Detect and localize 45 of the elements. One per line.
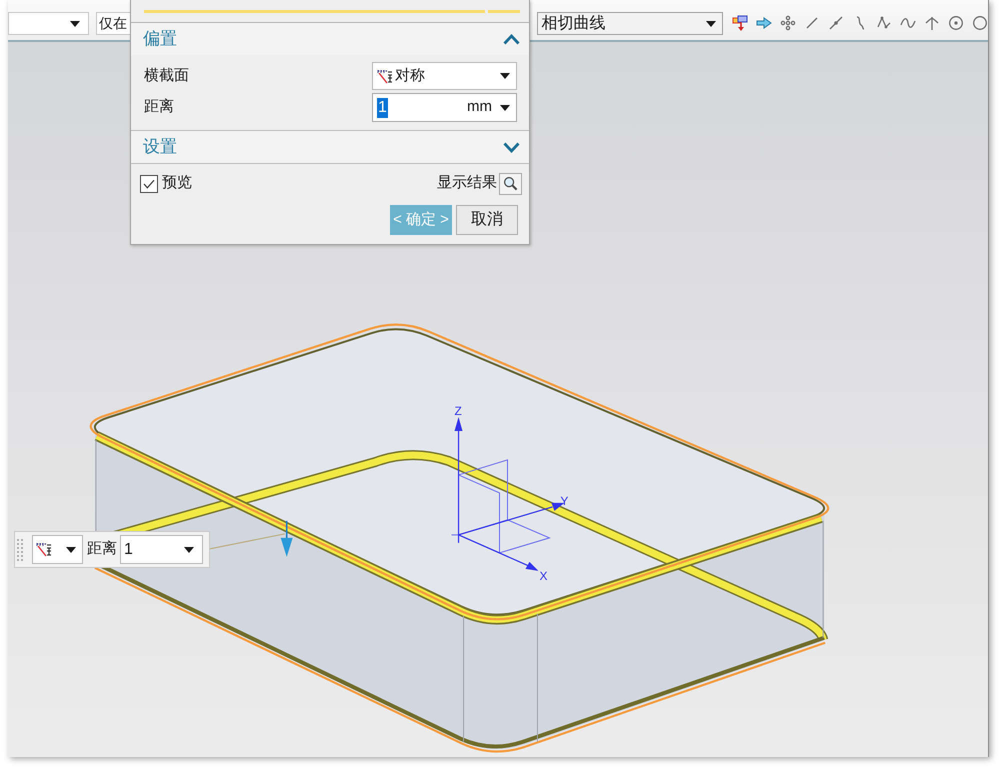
circle-dot-icon[interactable] bbox=[948, 15, 964, 31]
cancel-button[interactable]: 取消 bbox=[456, 205, 518, 235]
axis-label: Z bbox=[454, 404, 462, 418]
unit-dropdown[interactable]: mm bbox=[467, 96, 510, 119]
cross-section-icon bbox=[377, 68, 393, 84]
distance-input-field[interactable]: 1 bbox=[120, 535, 203, 564]
checkbox-label: 预览 bbox=[162, 173, 192, 194]
line-icon[interactable] bbox=[804, 15, 820, 31]
arrow-right-icon[interactable] bbox=[756, 15, 772, 31]
up-arrow-icon[interactable] bbox=[924, 15, 940, 31]
section-header[interactable]: 偏置 bbox=[131, 23, 529, 55]
highlight-line bbox=[488, 10, 520, 13]
value-text: 1 bbox=[377, 98, 388, 118]
cross-section-icon bbox=[36, 542, 52, 557]
number-input-field[interactable]: 1 mm bbox=[372, 93, 517, 122]
axis-label: X bbox=[539, 568, 548, 583]
squares-arrow-icon[interactable] bbox=[732, 15, 748, 31]
drag-arrow-handle[interactable] bbox=[280, 520, 293, 557]
field-label: 横截面 bbox=[144, 66, 190, 86]
wave-icon[interactable] bbox=[900, 15, 916, 31]
caret-icon bbox=[66, 546, 76, 552]
axis-label: Y bbox=[560, 494, 568, 508]
section-type-dropdown[interactable]: 对称 bbox=[372, 62, 517, 90]
field-label: 距离 bbox=[144, 97, 175, 118]
caret-icon bbox=[70, 20, 80, 26]
caret-icon bbox=[184, 546, 194, 552]
chevron-down-icon bbox=[503, 142, 520, 152]
point-pattern-icon[interactable] bbox=[780, 15, 796, 31]
search-icon bbox=[503, 176, 518, 191]
caret-icon bbox=[500, 73, 510, 79]
checkbox[interactable] bbox=[140, 174, 158, 192]
curve-type-dropdown[interactable]: 相切曲线 bbox=[537, 12, 723, 35]
distance-label: 距离 bbox=[87, 539, 117, 560]
circle-icon[interactable] bbox=[972, 15, 988, 31]
section-type-dropdown[interactable] bbox=[32, 535, 83, 564]
polyline-points-icon[interactable] bbox=[876, 15, 892, 31]
show-result-button[interactable] bbox=[499, 172, 522, 194]
show-result-label: 显示结果 bbox=[437, 173, 497, 194]
checkmark-icon bbox=[143, 178, 155, 188]
caret-icon bbox=[706, 20, 716, 26]
line-midpoint-icon[interactable] bbox=[828, 15, 844, 31]
chevron-up-icon bbox=[503, 34, 520, 44]
grip-icon[interactable] bbox=[17, 538, 23, 562]
section-header[interactable]: 设置 bbox=[131, 131, 529, 163]
caret-icon bbox=[500, 104, 510, 110]
